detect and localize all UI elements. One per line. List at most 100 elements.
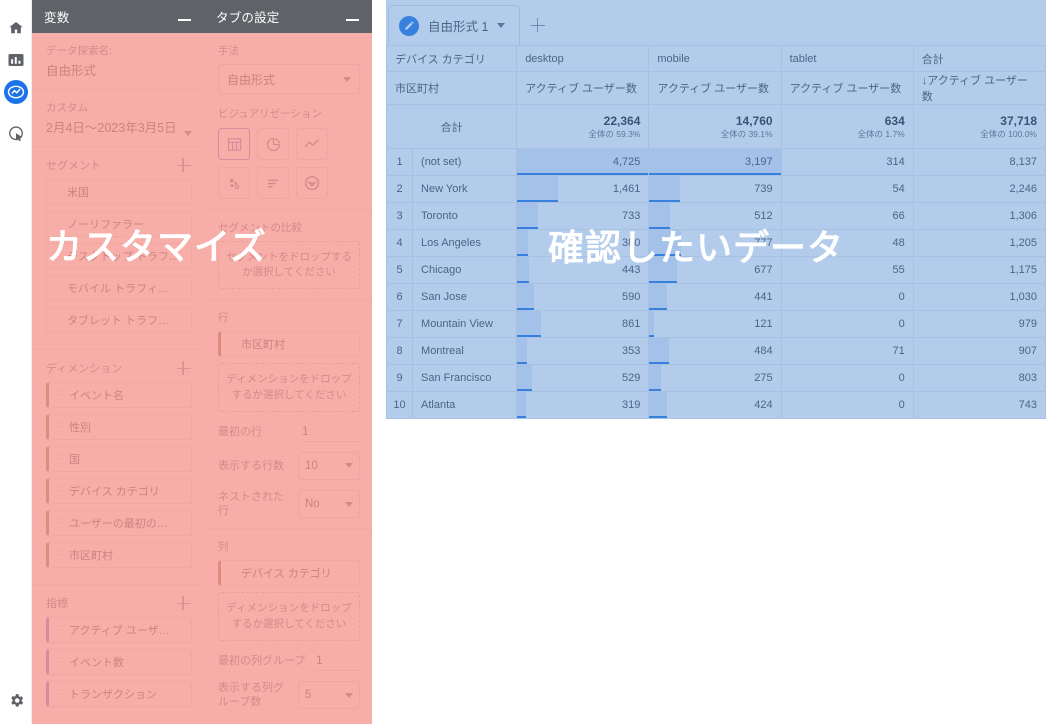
- row-city[interactable]: Mountain View: [412, 310, 518, 338]
- drag-handle-icon[interactable]: [55, 218, 61, 230]
- row-city[interactable]: Los Angeles: [412, 229, 518, 257]
- drag-handle-icon[interactable]: [57, 421, 63, 433]
- row-city[interactable]: San Jose: [412, 283, 518, 311]
- segment-item-1[interactable]: ノーリファラー: [46, 211, 192, 237]
- donut-viz-icon[interactable]: [257, 128, 289, 160]
- chevron-down-icon: [184, 131, 192, 136]
- metric-item-2[interactable]: トランザクション: [46, 681, 192, 707]
- add-metric-button[interactable]: [176, 595, 192, 611]
- dimension-item-1[interactable]: 性別: [46, 414, 192, 440]
- cell-tablet: 66: [780, 202, 914, 230]
- technique-select[interactable]: 自由形式: [218, 64, 360, 94]
- start-colgroup-input[interactable]: [314, 650, 360, 671]
- drag-handle-icon[interactable]: [57, 453, 63, 465]
- dimension-item-2[interactable]: 国: [46, 446, 192, 472]
- reports-icon[interactable]: [4, 48, 28, 72]
- add-dimension-button[interactable]: [176, 360, 192, 376]
- table-row[interactable]: 7 Mountain View 861 121 0 979: [385, 310, 1046, 338]
- row-city[interactable]: (not set): [412, 148, 518, 176]
- cell-value: 1,205: [1009, 237, 1037, 249]
- row-city[interactable]: New York: [412, 175, 518, 203]
- table-viz-icon[interactable]: [218, 128, 250, 160]
- row-city[interactable]: Toronto: [412, 202, 518, 230]
- row-city[interactable]: San Francisco: [412, 364, 518, 392]
- row-rank: 5: [385, 256, 414, 284]
- row-city[interactable]: Atlanta: [412, 391, 518, 419]
- drag-handle-icon[interactable]: [55, 282, 61, 294]
- variables-minimize-button[interactable]: [178, 10, 192, 24]
- segment-item-0[interactable]: 米国: [46, 179, 192, 205]
- drag-handle-icon[interactable]: [57, 485, 63, 497]
- table-row[interactable]: 4 Los Angeles 380 777 48 1,205: [385, 229, 1046, 257]
- technique-section: 手法 自由形式 ビジュアリゼーション: [204, 33, 372, 210]
- date-range-picker[interactable]: 2月4日〜2023年3月5日: [46, 117, 192, 136]
- rows-section: 行 市区町村 ディメンションをドロップするか選択してください 最初の行 表示する…: [204, 300, 372, 530]
- drag-handle-icon[interactable]: [55, 186, 61, 198]
- drag-handle-icon[interactable]: [57, 517, 63, 529]
- segment-dropzone[interactable]: セグメントをドロップするか選択してください: [218, 241, 360, 290]
- cell-value: 8,137: [1009, 156, 1037, 168]
- geo-viz-icon[interactable]: [296, 167, 328, 199]
- metric-header-desktop[interactable]: アクティブ ユーザー数: [516, 71, 650, 105]
- columns-dropzone[interactable]: ディメンションをドロップするか選択してください: [218, 592, 360, 641]
- nested-rows-select[interactable]: No: [298, 490, 360, 519]
- show-rows-select[interactable]: 10: [298, 451, 360, 480]
- rows-dropzone[interactable]: ディメンションをドロップするか選択してください: [218, 363, 360, 412]
- dimension-item-4[interactable]: ユーザーの最初の…: [46, 510, 192, 536]
- drag-handle-icon[interactable]: [57, 624, 63, 636]
- cell-total: 8,137: [912, 148, 1046, 176]
- settings-gear-icon[interactable]: [4, 688, 28, 712]
- table-row[interactable]: 6 San Jose 590 441 0 1,030: [385, 283, 1046, 311]
- table-row[interactable]: 1 (not set) 4,725 3,197 314 8,137: [385, 148, 1046, 176]
- metric-item-0[interactable]: アクティブ ユーザ…: [46, 617, 192, 643]
- table-row[interactable]: 8 Montreal 353 484 71 907: [385, 337, 1046, 365]
- add-tab-button[interactable]: [520, 5, 556, 45]
- metrics-header: 指標: [46, 595, 192, 611]
- cell-total: 907: [912, 337, 1046, 365]
- row-city[interactable]: Montreal: [412, 337, 518, 365]
- table-row[interactable]: 9 San Francisco 529 275 0 803: [385, 364, 1046, 392]
- bar-viz-icon[interactable]: [257, 167, 289, 199]
- advertising-icon[interactable]: [4, 122, 28, 146]
- tab-free-form[interactable]: 自由形式 1: [388, 5, 521, 45]
- row-dimension-header[interactable]: 市区町村: [385, 71, 518, 105]
- drag-handle-icon[interactable]: [229, 338, 235, 350]
- start-row-input[interactable]: [300, 421, 360, 442]
- segment-item-3[interactable]: モバイル トラフィ…: [46, 275, 192, 301]
- nested-rows-value: No: [305, 498, 320, 511]
- explore-icon[interactable]: [4, 80, 28, 104]
- segment-item-2[interactable]: デスクトップ トラフィ…: [46, 243, 192, 269]
- chevron-down-icon[interactable]: [497, 23, 506, 28]
- drag-handle-icon[interactable]: [55, 314, 61, 326]
- drag-handle-icon[interactable]: [57, 656, 63, 668]
- column-group-total: 合計: [912, 45, 1046, 72]
- table-row[interactable]: 3 Toronto 733 512 66 1,306: [385, 202, 1046, 230]
- metric-header-mobile[interactable]: アクティブ ユーザー数: [648, 71, 782, 105]
- metric-item-1[interactable]: イベント数: [46, 649, 192, 675]
- dimension-item-3[interactable]: デバイス カテゴリ: [46, 478, 192, 504]
- table-row[interactable]: 2 New York 1,461 739 54 2,246: [385, 175, 1046, 203]
- table-row[interactable]: 10 Atlanta 319 424 0 743: [385, 391, 1046, 419]
- drag-handle-icon[interactable]: [57, 389, 63, 401]
- add-segment-button[interactable]: [176, 157, 192, 173]
- show-colgroups-select[interactable]: 5: [298, 681, 360, 710]
- columns-dimension-chip[interactable]: デバイス カテゴリ: [218, 560, 360, 587]
- home-icon[interactable]: [4, 16, 28, 40]
- drag-handle-icon[interactable]: [57, 688, 63, 700]
- tab-settings-minimize-button[interactable]: [346, 10, 360, 24]
- rows-dimension-chip[interactable]: 市区町村: [218, 331, 360, 358]
- dimension-item-0[interactable]: イベント名: [46, 382, 192, 408]
- metric-header-total[interactable]: ↓アクティブ ユーザー数: [912, 71, 1046, 105]
- scatter-viz-icon[interactable]: [218, 167, 250, 199]
- table-row[interactable]: 5 Chicago 443 677 55 1,175: [385, 256, 1046, 284]
- dimension-item-5[interactable]: 市区町村: [46, 542, 192, 568]
- metric-header-tablet[interactable]: アクティブ ユーザー数: [780, 71, 914, 105]
- drag-handle-icon[interactable]: [229, 567, 235, 579]
- drag-handle-icon[interactable]: [57, 549, 63, 561]
- row-city[interactable]: Chicago: [412, 256, 518, 284]
- line-viz-icon[interactable]: [296, 128, 328, 160]
- segment-item-4[interactable]: タブレット トラフ…: [46, 307, 192, 333]
- drag-handle-icon[interactable]: [55, 250, 61, 262]
- cell-mobile: 3,197: [648, 148, 782, 176]
- exploration-name-value[interactable]: 自由形式: [46, 60, 192, 79]
